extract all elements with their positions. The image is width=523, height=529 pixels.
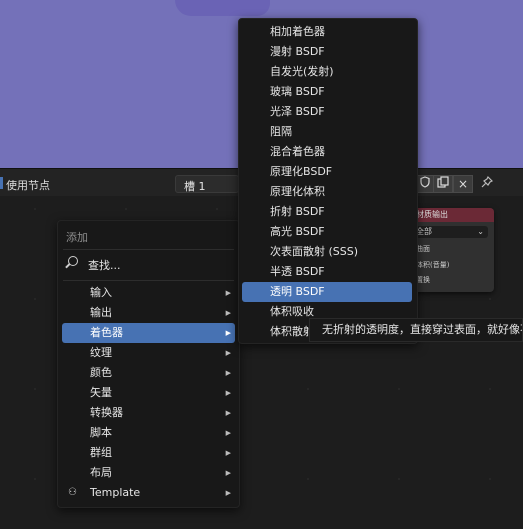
- chevron-right-icon: ▶: [225, 429, 231, 437]
- close-icon[interactable]: ×: [453, 175, 473, 193]
- shader-item-transparent-bsdf[interactable]: 透明 BSDF: [242, 282, 412, 302]
- chevron-down-icon: ⌄: [477, 227, 484, 236]
- shader-item-diffuse-bsdf[interactable]: 漫射 BSDF: [242, 42, 412, 62]
- chevron-right-icon: ▶: [225, 369, 231, 377]
- shader-item-holdout[interactable]: 阻隔: [242, 122, 412, 142]
- shader-item-add-shader[interactable]: 相加着色器: [242, 22, 412, 42]
- shader-item-subsurface-scattering[interactable]: 次表面散射 (SSS): [242, 242, 412, 262]
- shader-item-principled-volume[interactable]: 原理化体积: [242, 182, 412, 202]
- shader-item-mix-shader[interactable]: 混合着色器: [242, 142, 412, 162]
- socket-displacement[interactable]: 置换: [416, 275, 430, 285]
- chevron-right-icon: ▶: [225, 469, 231, 477]
- socket-surface[interactable]: 曲面: [416, 244, 430, 254]
- menu-item-label: 纹理: [90, 346, 112, 359]
- shader-item-refraction-bsdf[interactable]: 折射 BSDF: [242, 202, 412, 222]
- chevron-right-icon: ▶: [225, 309, 231, 317]
- menu-item-label: 布局: [90, 466, 112, 479]
- pin-icon[interactable]: [479, 175, 495, 193]
- viewport-object: [175, 0, 270, 16]
- socket-volume[interactable]: 体积(音量): [416, 260, 449, 270]
- use-nodes-checkbox[interactable]: [0, 177, 3, 189]
- use-nodes-label: 使用节点: [6, 179, 50, 192]
- shader-item-translucent-bsdf[interactable]: 半透 BSDF: [242, 262, 412, 282]
- menu-item-template[interactable]: ⚇ Template ▶: [62, 483, 235, 503]
- menu-item-label: 着色器: [90, 326, 123, 339]
- shader-item-specular-bsdf[interactable]: 高光 BSDF: [242, 222, 412, 242]
- template-icon: ⚇: [68, 487, 77, 498]
- search-icon: [68, 256, 78, 266]
- chevron-right-icon: ▶: [225, 409, 231, 417]
- menu-item-input[interactable]: 输入 ▶: [62, 283, 235, 303]
- add-menu-title: 添加: [66, 231, 88, 244]
- menu-item-layout[interactable]: 布局 ▶: [62, 463, 235, 483]
- shader-item-glossy-bsdf[interactable]: 光泽 BSDF: [242, 102, 412, 122]
- add-menu: 添加 查找... 输入 ▶ 输出 ▶ 着色器 ▶ 纹理 ▶ 颜色 ▶ 矢量 ▶ 转换器 ▶ 脚…: [57, 220, 240, 508]
- menu-item-label: 颜色: [90, 366, 112, 379]
- menu-item-label: 脚本: [90, 426, 112, 439]
- menu-item-vector[interactable]: 矢量 ▶: [62, 383, 235, 403]
- search-item[interactable]: 查找...: [66, 255, 236, 273]
- chevron-right-icon: ▶: [225, 349, 231, 357]
- chevron-right-icon: ▶: [225, 289, 231, 297]
- menu-item-script[interactable]: 脚本 ▶: [62, 423, 235, 443]
- menu-item-label: 矢量: [90, 386, 112, 399]
- menu-item-label: Template: [90, 486, 141, 499]
- menu-item-group[interactable]: 群组 ▶: [62, 443, 235, 463]
- menu-item-output[interactable]: 输出 ▶: [62, 303, 235, 323]
- chevron-right-icon: ▶: [225, 449, 231, 457]
- slot-selector[interactable]: 槽 1: [175, 175, 239, 193]
- menu-item-color[interactable]: 颜色 ▶: [62, 363, 235, 383]
- menu-item-label: 输入: [90, 286, 112, 299]
- node-target-dropdown[interactable]: 全部 ⌄: [410, 226, 488, 238]
- chevron-right-icon: ▶: [225, 489, 231, 497]
- menu-item-texture[interactable]: 纹理 ▶: [62, 343, 235, 363]
- shader-item-principled-bsdf[interactable]: 原理化BSDF: [242, 162, 412, 182]
- slot-label: 槽 1: [184, 180, 206, 193]
- copy-icon[interactable]: [433, 175, 453, 193]
- menu-item-shader[interactable]: 着色器 ▶: [62, 323, 235, 343]
- chevron-right-icon: ▶: [225, 389, 231, 397]
- chevron-right-icon: ▶: [225, 329, 231, 337]
- menu-item-label: 群组: [90, 446, 112, 459]
- shader-item-emission[interactable]: 自发光(发射): [242, 62, 412, 82]
- search-label: 查找...: [88, 259, 121, 272]
- shield-icon[interactable]: [415, 175, 435, 193]
- menu-item-label: 转换器: [90, 406, 123, 419]
- tooltip: 无折射的透明度，直接穿过表面，就好像不: [309, 318, 523, 342]
- shader-submenu: 相加着色器 漫射 BSDF 自发光(发射) 玻璃 BSDF 光泽 BSDF 阻隔…: [238, 18, 418, 344]
- menu-item-converter[interactable]: 转换器 ▶: [62, 403, 235, 423]
- menu-item-label: 输出: [90, 306, 112, 319]
- node-target-label: 全部: [416, 227, 432, 236]
- shader-item-glass-bsdf[interactable]: 玻璃 BSDF: [242, 82, 412, 102]
